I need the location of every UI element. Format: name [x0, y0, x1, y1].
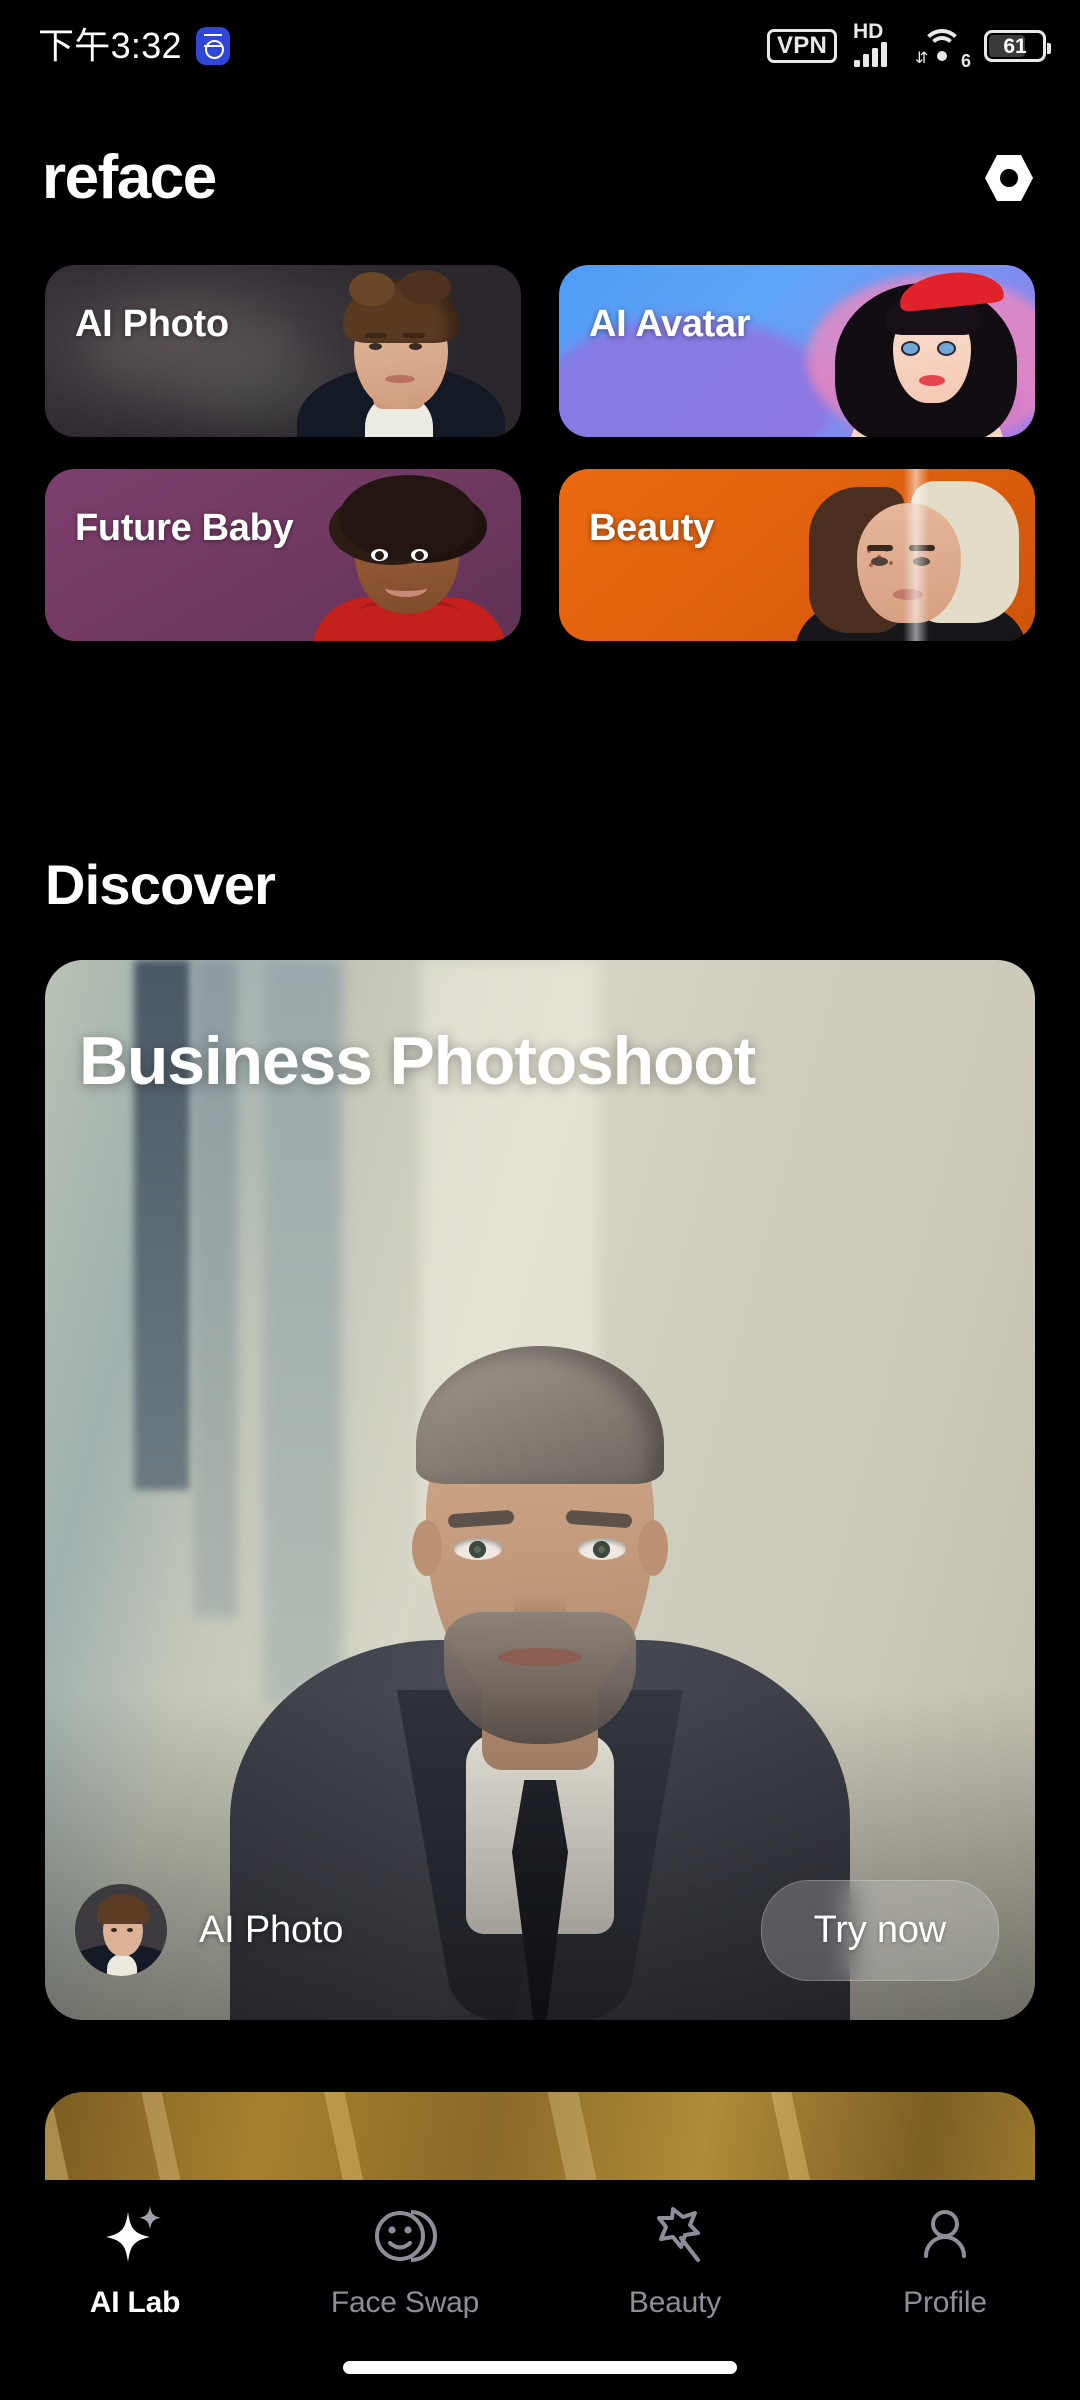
- feature-card-label: AI Photo: [75, 303, 229, 345]
- hd-label: HD: [853, 20, 884, 43]
- cartoon-woman-avatar: [819, 265, 1031, 437]
- status-bar-left: 下午3:32: [38, 27, 230, 65]
- try-now-button[interactable]: Try now: [760, 1879, 999, 1981]
- person-icon: [913, 2204, 977, 2268]
- hero-title: Business Photoshoot: [79, 1023, 756, 1099]
- magic-wand-icon: [643, 2204, 707, 2268]
- feature-card-label: Future Baby: [75, 507, 294, 549]
- ai-photo-thumbnail-avatar: [75, 1884, 167, 1976]
- battery-percent: 61: [1003, 34, 1027, 58]
- app-screen: 下午3:32 VPN HD ⇵ 6 61 reface AI Photo AI …: [0, 0, 1080, 2400]
- feature-card-ai-photo[interactable]: AI Photo: [45, 265, 521, 437]
- wifi-generation-label: 6: [960, 51, 971, 71]
- cellular-signal-icon: HD: [853, 21, 900, 67]
- smiling-child-portrait: [293, 469, 519, 641]
- nav-item-ai-lab[interactable]: AI Lab: [0, 2204, 270, 2320]
- discover-hero-card[interactable]: Business Photoshoot AI Photo Try now: [45, 960, 1035, 2020]
- hero-category-label: AI Photo: [199, 1908, 344, 1951]
- hexagon-gem-icon[interactable]: [980, 149, 1038, 207]
- app-header: reface: [0, 128, 1080, 228]
- feature-card-ai-avatar[interactable]: AI Avatar: [559, 265, 1035, 437]
- wifi-traffic-icon: ⇵: [915, 50, 929, 67]
- nav-item-beauty[interactable]: Beauty: [540, 2204, 810, 2320]
- nav-label: Profile: [903, 2286, 987, 2319]
- wifi-icon: ⇵ 6: [915, 25, 971, 70]
- hero-footer: AI Photo Try now: [45, 1840, 1035, 2020]
- feature-card-beauty[interactable]: Beauty: [559, 469, 1035, 641]
- feature-card-future-baby[interactable]: Future Baby: [45, 469, 521, 641]
- before-after-woman-face: [785, 469, 1035, 641]
- vpn-icon: VPN: [767, 28, 837, 64]
- nav-item-face-swap[interactable]: Face Swap: [270, 2204, 540, 2320]
- nav-label: AI Lab: [89, 2286, 181, 2319]
- stopwatch-badge-icon: [195, 27, 230, 65]
- battery-icon: 61: [984, 30, 1051, 62]
- discover-section-title: Discover: [45, 853, 276, 916]
- feature-card-grid: AI Photo AI Avatar Future Baby Beauty: [45, 265, 1035, 641]
- home-indicator-bar[interactable]: [343, 2361, 737, 2374]
- sparkle-icon: [103, 2204, 167, 2268]
- feature-card-label: AI Avatar: [589, 303, 751, 345]
- nav-item-profile[interactable]: Profile: [810, 2204, 1080, 2320]
- signal-bars: [854, 42, 887, 67]
- app-logo: reface: [42, 143, 217, 212]
- status-time: 下午3:32: [38, 25, 182, 66]
- status-bar-right: VPN HD ⇵ 6 61: [767, 21, 1051, 70]
- status-bar: 下午3:32 VPN HD ⇵ 6 61: [0, 0, 1080, 92]
- nav-label: Face Swap: [330, 2286, 480, 2319]
- two-faces-icon: [373, 2204, 437, 2268]
- feature-card-label: Beauty: [589, 507, 714, 549]
- nav-label: Beauty: [628, 2286, 722, 2319]
- young-man-portrait: [281, 265, 521, 437]
